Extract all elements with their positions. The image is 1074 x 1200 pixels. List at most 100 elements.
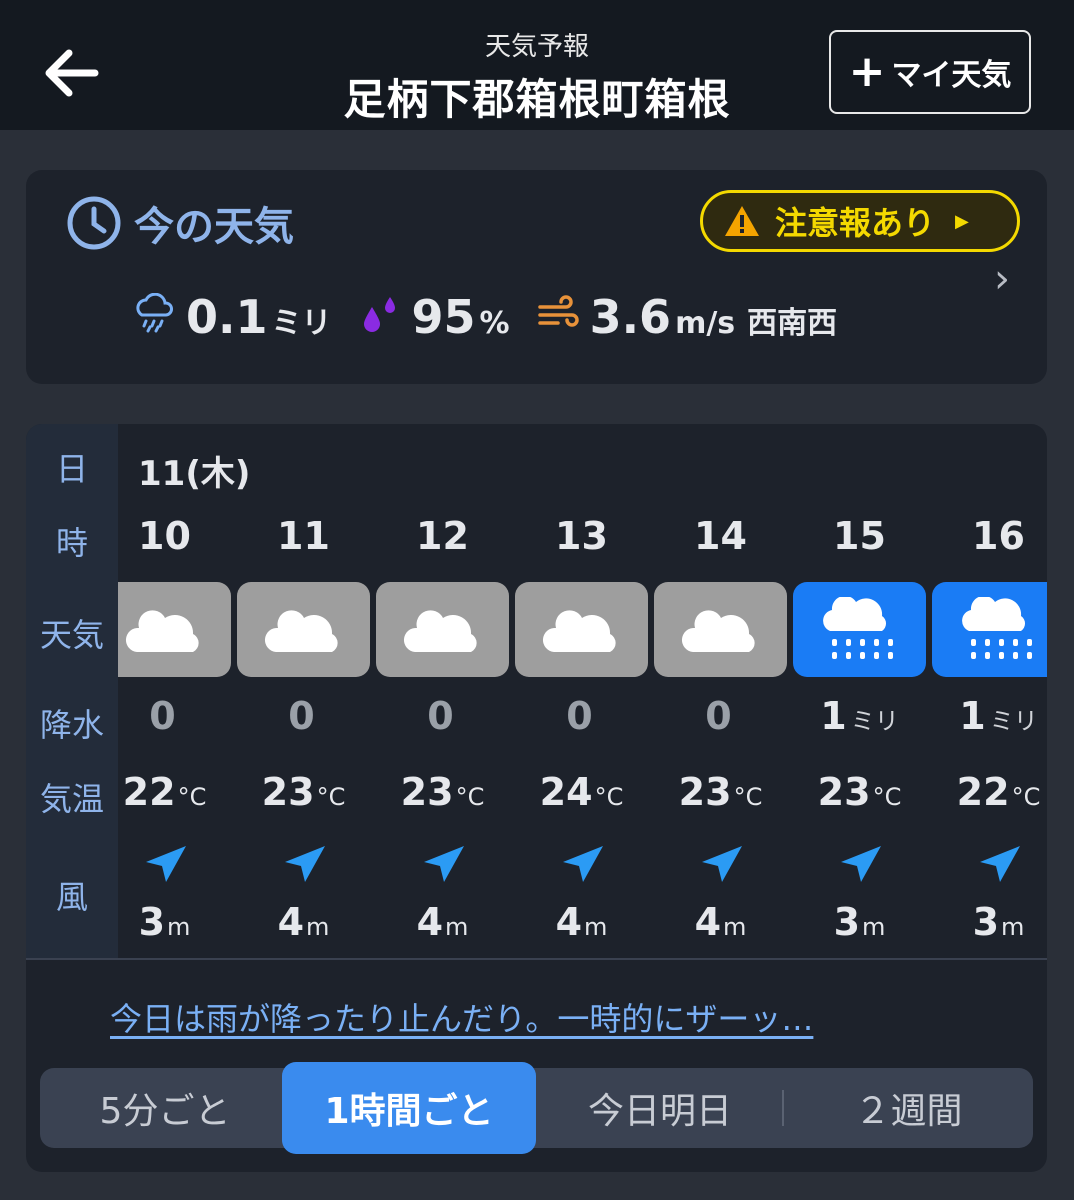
hour-label: 16 <box>972 514 1025 558</box>
alert-label: 注意報あり <box>775 204 936 242</box>
wind-direction-arrow-icon <box>423 846 464 882</box>
wind-unit: m <box>862 913 886 941</box>
wind-arrow-cell <box>376 842 509 886</box>
hour-label: 13 <box>555 514 608 558</box>
chevron-right-icon: › <box>994 256 1010 302</box>
temp-value: 24 <box>539 770 593 814</box>
precip-cell: 0 <box>118 694 231 738</box>
wind-speed: 4 <box>555 900 583 944</box>
wind-arrow-cell <box>237 842 370 886</box>
label-wind: 風 <box>55 878 88 916</box>
wind-arrow-cell <box>515 842 648 886</box>
hourly-scroll-area[interactable]: 10 0 22°C 3m 11 0 23°C 4m 12 0 23°C 4m 13 0 24°C 4m 14 0 2… <box>118 424 1047 958</box>
wind-arrow-cell <box>654 842 787 886</box>
wind-direction-arrow-icon <box>979 846 1020 882</box>
temp-value: 22 <box>122 770 176 814</box>
label-hour: 時 <box>55 524 88 562</box>
wind-speed: 3 <box>833 900 861 944</box>
hour-label: 15 <box>833 514 886 558</box>
hour-column: 14 0 23°C 4m <box>654 424 787 958</box>
precip-amount: 0 <box>705 694 732 738</box>
forecast-range-tabs: 5分ごと 1時間ごと 今日明日 ２週間 <box>40 1062 1033 1154</box>
wind-unit: m <box>584 913 608 941</box>
wind-value: 3.6 <box>589 290 672 344</box>
label-temp: 気温 <box>39 780 104 818</box>
precip-cell: 1 ミリ <box>932 694 1047 738</box>
temp-cell: 24°C <box>515 770 648 814</box>
wind-direction-arrow-icon <box>701 846 742 882</box>
tab-5min[interactable]: 5分ごと <box>40 1068 290 1148</box>
row-labels: 日 時 天気 降水 気温 風 <box>26 424 118 958</box>
wind-cell: 4m <box>237 900 370 944</box>
cloudy-icon <box>681 609 755 652</box>
precip-amount: 0 <box>288 694 315 738</box>
tab-today-tomorrow[interactable]: 今日明日 <box>536 1068 784 1148</box>
temp-unit: °C <box>594 783 624 811</box>
temp-cell: 23°C <box>376 770 509 814</box>
wind-direction: 西南西 <box>747 306 838 341</box>
temp-unit: °C <box>455 783 485 811</box>
temp-value: 23 <box>817 770 871 814</box>
divider <box>26 958 1047 960</box>
weather-tile <box>118 582 231 677</box>
wind-unit: m <box>723 913 747 941</box>
wind-arrow-cell <box>793 842 926 886</box>
rain-icon <box>961 596 1032 659</box>
humidity-unit: % <box>479 306 510 341</box>
temp-cell: 23°C <box>793 770 926 814</box>
wind-speed: 3 <box>138 900 166 944</box>
caret-right-icon: ▶ <box>955 210 969 232</box>
precip-unit: ミリ <box>989 707 1038 735</box>
wind-cell: 4m <box>515 900 648 944</box>
tab-hourly[interactable]: 1時間ごと <box>282 1062 536 1154</box>
precip-cell: 0 <box>654 694 787 738</box>
tab-two-weeks[interactable]: ２週間 <box>784 1068 1033 1148</box>
wind-unit: m <box>306 913 330 941</box>
current-weather-title: 今の天気 <box>134 204 294 250</box>
hour-column: 15 1 ミリ 23°C 3m <box>793 424 926 958</box>
hour-column: 13 0 24°C 4m <box>515 424 648 958</box>
wind-unit: m <box>167 913 191 941</box>
wind-speed: 3 <box>972 900 1000 944</box>
precip-amount: 1 <box>959 694 986 738</box>
wind-direction-arrow-icon <box>840 846 881 882</box>
wind-direction-arrow-icon <box>562 846 603 882</box>
hour-column: 16 1 ミリ 22°C 3m <box>932 424 1047 958</box>
cloudy-icon <box>542 609 616 652</box>
temp-cell: 23°C <box>237 770 370 814</box>
clock-icon <box>67 196 121 250</box>
forecast-summary-link[interactable]: 今日は雨が降ったり止んだり。一時的にザーッ… <box>110 994 813 1040</box>
temp-unit: °C <box>733 783 763 811</box>
cloudy-icon <box>125 609 199 652</box>
current-stats: 0.1 ミリ 95 % 3.6 m/s 西南西 <box>132 290 837 344</box>
plus-icon: + <box>848 46 886 97</box>
precip-value: 0.1 <box>186 290 268 344</box>
weather-tile <box>376 582 509 677</box>
wind-speed: 4 <box>277 900 305 944</box>
wind-unit: m <box>445 913 469 941</box>
temp-unit: °C <box>872 783 902 811</box>
wind-arrow-cell <box>932 842 1047 886</box>
rain-cloud-icon <box>136 293 173 333</box>
temp-unit: °C <box>177 783 207 811</box>
wind-unit: m <box>1001 913 1025 941</box>
app-header: 天気予報 足柄下郡箱根町箱根 + マイ天気 <box>0 0 1074 130</box>
alert-badge[interactable]: 注意報あり ▶ <box>700 190 1020 252</box>
temp-value: 23 <box>261 770 315 814</box>
temp-unit: °C <box>1011 783 1041 811</box>
temp-unit: °C <box>316 783 346 811</box>
precip-cell: 0 <box>515 694 648 738</box>
weather-tile <box>932 582 1047 677</box>
temp-value: 22 <box>956 770 1010 814</box>
wind-arrow-cell <box>118 842 231 886</box>
wind-icon <box>537 295 579 327</box>
temp-value: 23 <box>678 770 732 814</box>
precip-unit: ミリ <box>850 707 899 735</box>
add-my-weather-button[interactable]: + マイ天気 <box>829 30 1031 114</box>
current-weather-card[interactable]: 今の天気 注意報あり ▶ › 0.1 ミリ 95 % 3.6 m/s 西南西 <box>26 170 1047 384</box>
precip-amount: 1 <box>820 694 847 738</box>
wind-cell: 3m <box>932 900 1047 944</box>
wind-cell: 3m <box>793 900 926 944</box>
wind-speed: 4 <box>694 900 722 944</box>
temp-cell: 22°C <box>932 770 1047 814</box>
